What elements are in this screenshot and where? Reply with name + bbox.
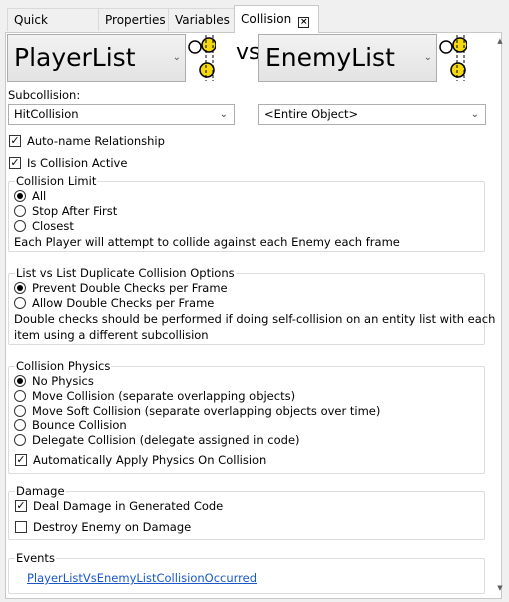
- second-list-name: EnemyList: [265, 43, 395, 72]
- no-physics-radio[interactable]: [14, 375, 26, 387]
- tab-label: Variables: [175, 13, 230, 27]
- collision-physics-title: Collision Physics: [15, 359, 112, 373]
- first-list-name: PlayerList: [14, 43, 136, 72]
- limit-all-radio[interactable]: [14, 190, 26, 202]
- close-icon[interactable]: ×: [298, 17, 310, 28]
- allow-double-checks-label: Allow Double Checks per Frame: [32, 296, 215, 310]
- events-title: Events: [15, 551, 56, 565]
- destroy-enemy-label: Destroy Enemy on Damage: [33, 520, 192, 534]
- limit-stop-after-first-label: Stop After First: [32, 204, 118, 218]
- collision-circles-icon: [188, 35, 216, 81]
- scroll-down-icon[interactable]: ▼: [496, 584, 504, 592]
- collision-limit-description: Each Player will attempt to collide agai…: [14, 235, 400, 249]
- dropdown-value: <Entire Object>: [264, 107, 359, 121]
- damage-title: Damage: [15, 484, 66, 498]
- move-collision-radio[interactable]: [14, 390, 26, 402]
- no-physics-label: No Physics: [32, 374, 94, 388]
- scroll-up-icon[interactable]: ▲: [496, 37, 504, 45]
- deal-damage-checkbox[interactable]: ✓: [15, 500, 27, 512]
- move-soft-collision-label: Move Soft Collision (separate overlappin…: [32, 404, 381, 418]
- tab-strip: Quick Actions Properties Variables Colli…: [0, 0, 509, 50]
- tab-collision[interactable]: Collision ×: [234, 5, 319, 33]
- chevron-down-icon: ⌄: [470, 109, 479, 120]
- limit-stop-after-first-radio[interactable]: [14, 205, 26, 217]
- prevent-double-checks-label: Prevent Double Checks per Frame: [32, 281, 228, 295]
- limit-closest-label: Closest: [32, 219, 74, 233]
- checkmark-icon: ✓: [10, 156, 20, 169]
- move-soft-collision-radio[interactable]: [14, 405, 26, 417]
- duplicate-description-line2: item using a different subcollision: [14, 328, 209, 342]
- checkmark-icon: ✓: [16, 499, 26, 512]
- delegate-collision-radio[interactable]: [14, 434, 26, 446]
- deal-damage-label: Deal Damage in Generated Code: [33, 499, 224, 513]
- prevent-double-checks-radio[interactable]: [14, 282, 26, 294]
- auto-name-checkbox[interactable]: ✓: [9, 135, 21, 147]
- second-list-combo[interactable]: EnemyList ⌄: [258, 34, 437, 82]
- collision-event-link[interactable]: PlayerListVsEnemyListCollisionOccurred: [27, 571, 257, 585]
- tab-label: Properties: [105, 13, 166, 27]
- tab-variables[interactable]: Variables: [168, 8, 235, 31]
- destroy-enemy-checkbox[interactable]: [15, 521, 27, 533]
- vs-label: vs: [236, 40, 261, 65]
- chevron-down-icon: ⌄: [172, 52, 181, 63]
- tab-label: Collision: [241, 12, 292, 26]
- subcollision-label: Subcollision:: [8, 88, 81, 102]
- is-collision-active-label: Is Collision Active: [27, 156, 128, 170]
- first-subcollision-dropdown[interactable]: HitCollision ⌄: [8, 104, 235, 125]
- auto-apply-physics-checkbox[interactable]: ✓: [15, 454, 27, 466]
- bounce-collision-radio[interactable]: [14, 419, 26, 431]
- second-subcollision-dropdown[interactable]: <Entire Object> ⌄: [258, 104, 486, 125]
- bounce-collision-label: Bounce Collision: [32, 418, 127, 432]
- collision-circles-icon: [439, 35, 467, 81]
- checkmark-icon: ✓: [16, 453, 26, 466]
- dropdown-value: HitCollision: [14, 107, 79, 121]
- checkmark-icon: ✓: [10, 134, 20, 147]
- duplicate-options-title: List vs List Duplicate Collision Options: [15, 266, 236, 280]
- limit-all-label: All: [32, 189, 47, 203]
- tab-properties[interactable]: Properties: [98, 8, 169, 31]
- tab-quick-actions[interactable]: Quick Actions: [7, 8, 99, 50]
- chevron-down-icon: ⌄: [219, 109, 228, 120]
- is-collision-active-checkbox[interactable]: ✓: [9, 157, 21, 169]
- delegate-collision-label: Delegate Collision (delegate assigned in…: [32, 433, 300, 447]
- limit-closest-radio[interactable]: [14, 220, 26, 232]
- chevron-down-icon: ⌄: [423, 52, 432, 63]
- vertical-scrollbar[interactable]: ▲ ▼: [495, 33, 504, 598]
- auto-apply-physics-label: Automatically Apply Physics On Collision: [33, 453, 267, 467]
- move-collision-label: Move Collision (separate overlapping obj…: [32, 389, 296, 403]
- auto-name-label: Auto-name Relationship: [27, 134, 165, 148]
- allow-double-checks-radio[interactable]: [14, 297, 26, 309]
- duplicate-description-line1: Double checks should be performed if doi…: [14, 312, 496, 326]
- collision-limit-title: Collision Limit: [15, 174, 98, 188]
- first-list-combo[interactable]: PlayerList ⌄: [7, 34, 186, 82]
